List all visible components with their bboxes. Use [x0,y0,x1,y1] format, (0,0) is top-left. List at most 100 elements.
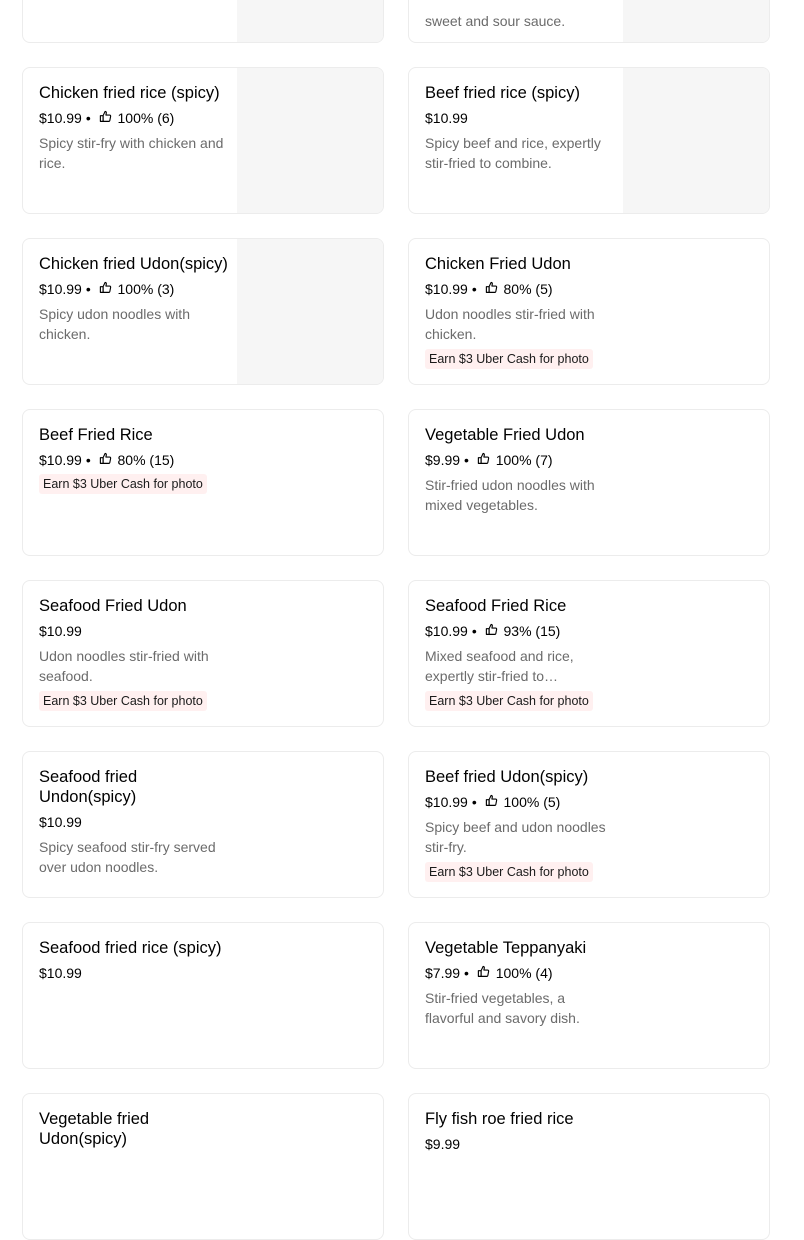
item-description: Spicy beef and rice, expertly stir-fried… [425,135,601,171]
uber-cash-promo-badge: Earn $3 Uber Cash for photo [425,691,593,711]
item-meta: $10.99 • [39,964,229,982]
item-title: Vegetable Teppanyaki [425,939,587,957]
item-price: $10.99 [39,965,82,981]
uber-cash-promo-badge: Earn $3 Uber Cash for photo [39,474,207,494]
rating-text: 100% (3) [117,281,175,297]
item-description: Spicy udon noodles with chicken. [39,306,190,342]
rating-text: 100% (6) [117,110,175,126]
rating-text: 100% (7) [495,452,553,468]
item-title: Fly fish roe fried rice [425,1110,574,1128]
rating-text: 100% (4) [495,965,553,981]
item-title: Beef fried Udon(spicy) [425,768,589,786]
item-image-placeholder [237,68,383,213]
menu-item-card[interactable]: Vegetable Fried Udon $9.99 • 100% (7) St… [408,409,770,556]
rating-text: 80% (15) [117,452,175,468]
item-info: Seafood Fried Udon $10.99 • Udon noodles… [39,596,229,711]
item-rating: • 100% (4) [460,964,553,982]
item-info: Chicken fried rice (spicy) $10.99 • 100%… [39,83,229,173]
item-title: Seafood Fried Rice [425,597,567,615]
item-price: $10.99 [425,623,468,639]
item-description: Spicy stir-fry with chicken and rice. [39,135,224,171]
item-info: Vegetable fried Udon(spicy) • [39,1109,229,1155]
item-title: Seafood fried Undon(spicy) [39,768,138,806]
item-info: Beef fried Udon(spicy) $10.99 • 100% (5)… [425,767,615,882]
menu-item-card[interactable]: Seafood fried Undon(spicy) $10.99 • Spic… [22,751,384,898]
item-meta: $10.99 • 100% (5) [425,793,615,811]
item-price: $9.99 [425,1136,461,1152]
item-price: $9.99 [425,452,461,468]
menu-item-card[interactable]: Beef fried Udon(spicy) $10.99 • 100% (5)… [408,751,770,898]
thumbs-up-icon [485,623,497,635]
item-image-placeholder [237,239,383,384]
rating-text: 100% (5) [503,794,561,810]
uber-cash-promo-badge: Earn $3 Uber Cash for photo [425,862,593,882]
item-info: Fly fish roe fried rice $9.99 • [425,1109,615,1153]
menu-item-card[interactable]: Beef fried rice (spicy) $10.99 • Spicy b… [408,67,770,214]
uber-cash-promo-badge: Earn $3 Uber Cash for photo [39,691,207,711]
item-description: Udon noodles stir-fried with seafood. [39,648,209,684]
menu-item-card[interactable]: Chicken Fried Udon $10.99 • 80% (5) Udon… [408,238,770,385]
item-description: sweet and sour sauce. [425,13,566,29]
separator-dot: • [85,110,91,126]
menu-item-card[interactable]: Seafood Fried Udon $10.99 • Udon noodles… [22,580,384,727]
item-price: $10.99 [39,623,82,639]
item-info: Seafood Fried Rice $10.99 • 93% (15) Mix… [425,596,615,711]
item-rating: • 100% (5) [468,793,561,811]
item-info: Chicken fried Udon(spicy) $10.99 • 100% … [39,254,229,344]
item-meta: $10.99 • 93% (15) [425,622,615,640]
thumbs-up-icon [99,281,111,293]
item-info: Beef Fried Rice $10.99 • 80% (15) Earn $… [39,425,229,494]
item-image-placeholder [623,0,769,42]
item-info: Seafood fried rice (spicy) $10.99 • [39,938,229,982]
menu-item-card[interactable]: Seafood fried rice (spicy) $10.99 • [22,922,384,1069]
item-meta: $9.99 • 100% (7) [425,451,615,469]
item-rating: • 100% (7) [460,451,553,469]
separator-dot: • [85,281,91,297]
menu-item-card[interactable]: Seafood Fried Rice $10.99 • 93% (15) Mix… [408,580,770,727]
item-title: Beef fried rice (spicy) [425,84,580,102]
item-title: Chicken fried Udon(spicy) [39,255,228,273]
item-info: Vegetable Teppanyaki $7.99 • 100% (4) St… [425,938,615,1028]
item-rating: • 100% (3) [82,280,175,298]
separator-dot: • [471,623,477,639]
menu-item-card[interactable]: Vegetable fried Udon(spicy) • [22,1093,384,1240]
menu-item-card[interactable]: sweet and sour sauce. [408,0,770,43]
menu-items-grid: sweet and sour sauce. Chicken fried rice… [0,0,804,1240]
item-description: Spicy seafood stir-fry served over udon … [39,839,216,875]
rating-text: 93% (15) [503,623,561,639]
item-image-placeholder [623,68,769,213]
item-info: Vegetable Fried Udon $9.99 • 100% (7) St… [425,425,615,515]
thumbs-up-icon [99,110,111,122]
menu-item-card[interactable]: Chicken fried rice (spicy) $10.99 • 100%… [22,67,384,214]
item-title: Seafood fried rice (spicy) [39,939,222,957]
item-title: Chicken fried rice (spicy) [39,84,220,102]
item-title: Vegetable Fried Udon [425,426,585,444]
item-title: Seafood Fried Udon [39,597,187,615]
item-description: Stir-fried vegetables, a flavorful and s… [425,990,580,1026]
separator-dot: • [464,965,469,981]
item-info: Beef fried rice (spicy) $10.99 • Spicy b… [425,83,615,173]
menu-item-card[interactable]: Beef Fried Rice $10.99 • 80% (15) Earn $… [22,409,384,556]
separator-dot: • [464,452,469,468]
item-meta: $10.99 • 100% (6) [39,109,229,127]
item-info: Chicken Fried Udon $10.99 • 80% (5) Udon… [425,254,615,369]
item-description: Stir-fried udon noodles with mixed veget… [425,477,595,513]
menu-item-card[interactable]: Chicken fried Udon(spicy) $10.99 • 100% … [22,238,384,385]
separator-dot: • [85,452,91,468]
menu-item-card[interactable] [22,0,384,43]
item-meta: $10.99 • 80% (15) [39,451,229,469]
item-price: $10.99 [39,452,82,468]
item-price: $10.99 [425,110,468,126]
item-description: Spicy beef and udon noodles stir-fry. [425,819,606,855]
separator-dot: • [471,281,477,297]
item-image-placeholder [237,0,383,42]
menu-item-card[interactable]: Fly fish roe fried rice $9.99 • [408,1093,770,1240]
item-price: $10.99 [39,814,82,830]
item-meta: $10.99 • [425,109,615,127]
menu-item-card[interactable]: Vegetable Teppanyaki $7.99 • 100% (4) St… [408,922,770,1069]
item-rating: • 80% (5) [468,280,553,298]
item-rating: • 80% (15) [82,451,175,469]
item-meta: $7.99 • 100% (4) [425,964,615,982]
uber-cash-promo-badge: Earn $3 Uber Cash for photo [425,349,593,369]
item-info: Seafood fried Undon(spicy) $10.99 • Spic… [39,767,229,877]
